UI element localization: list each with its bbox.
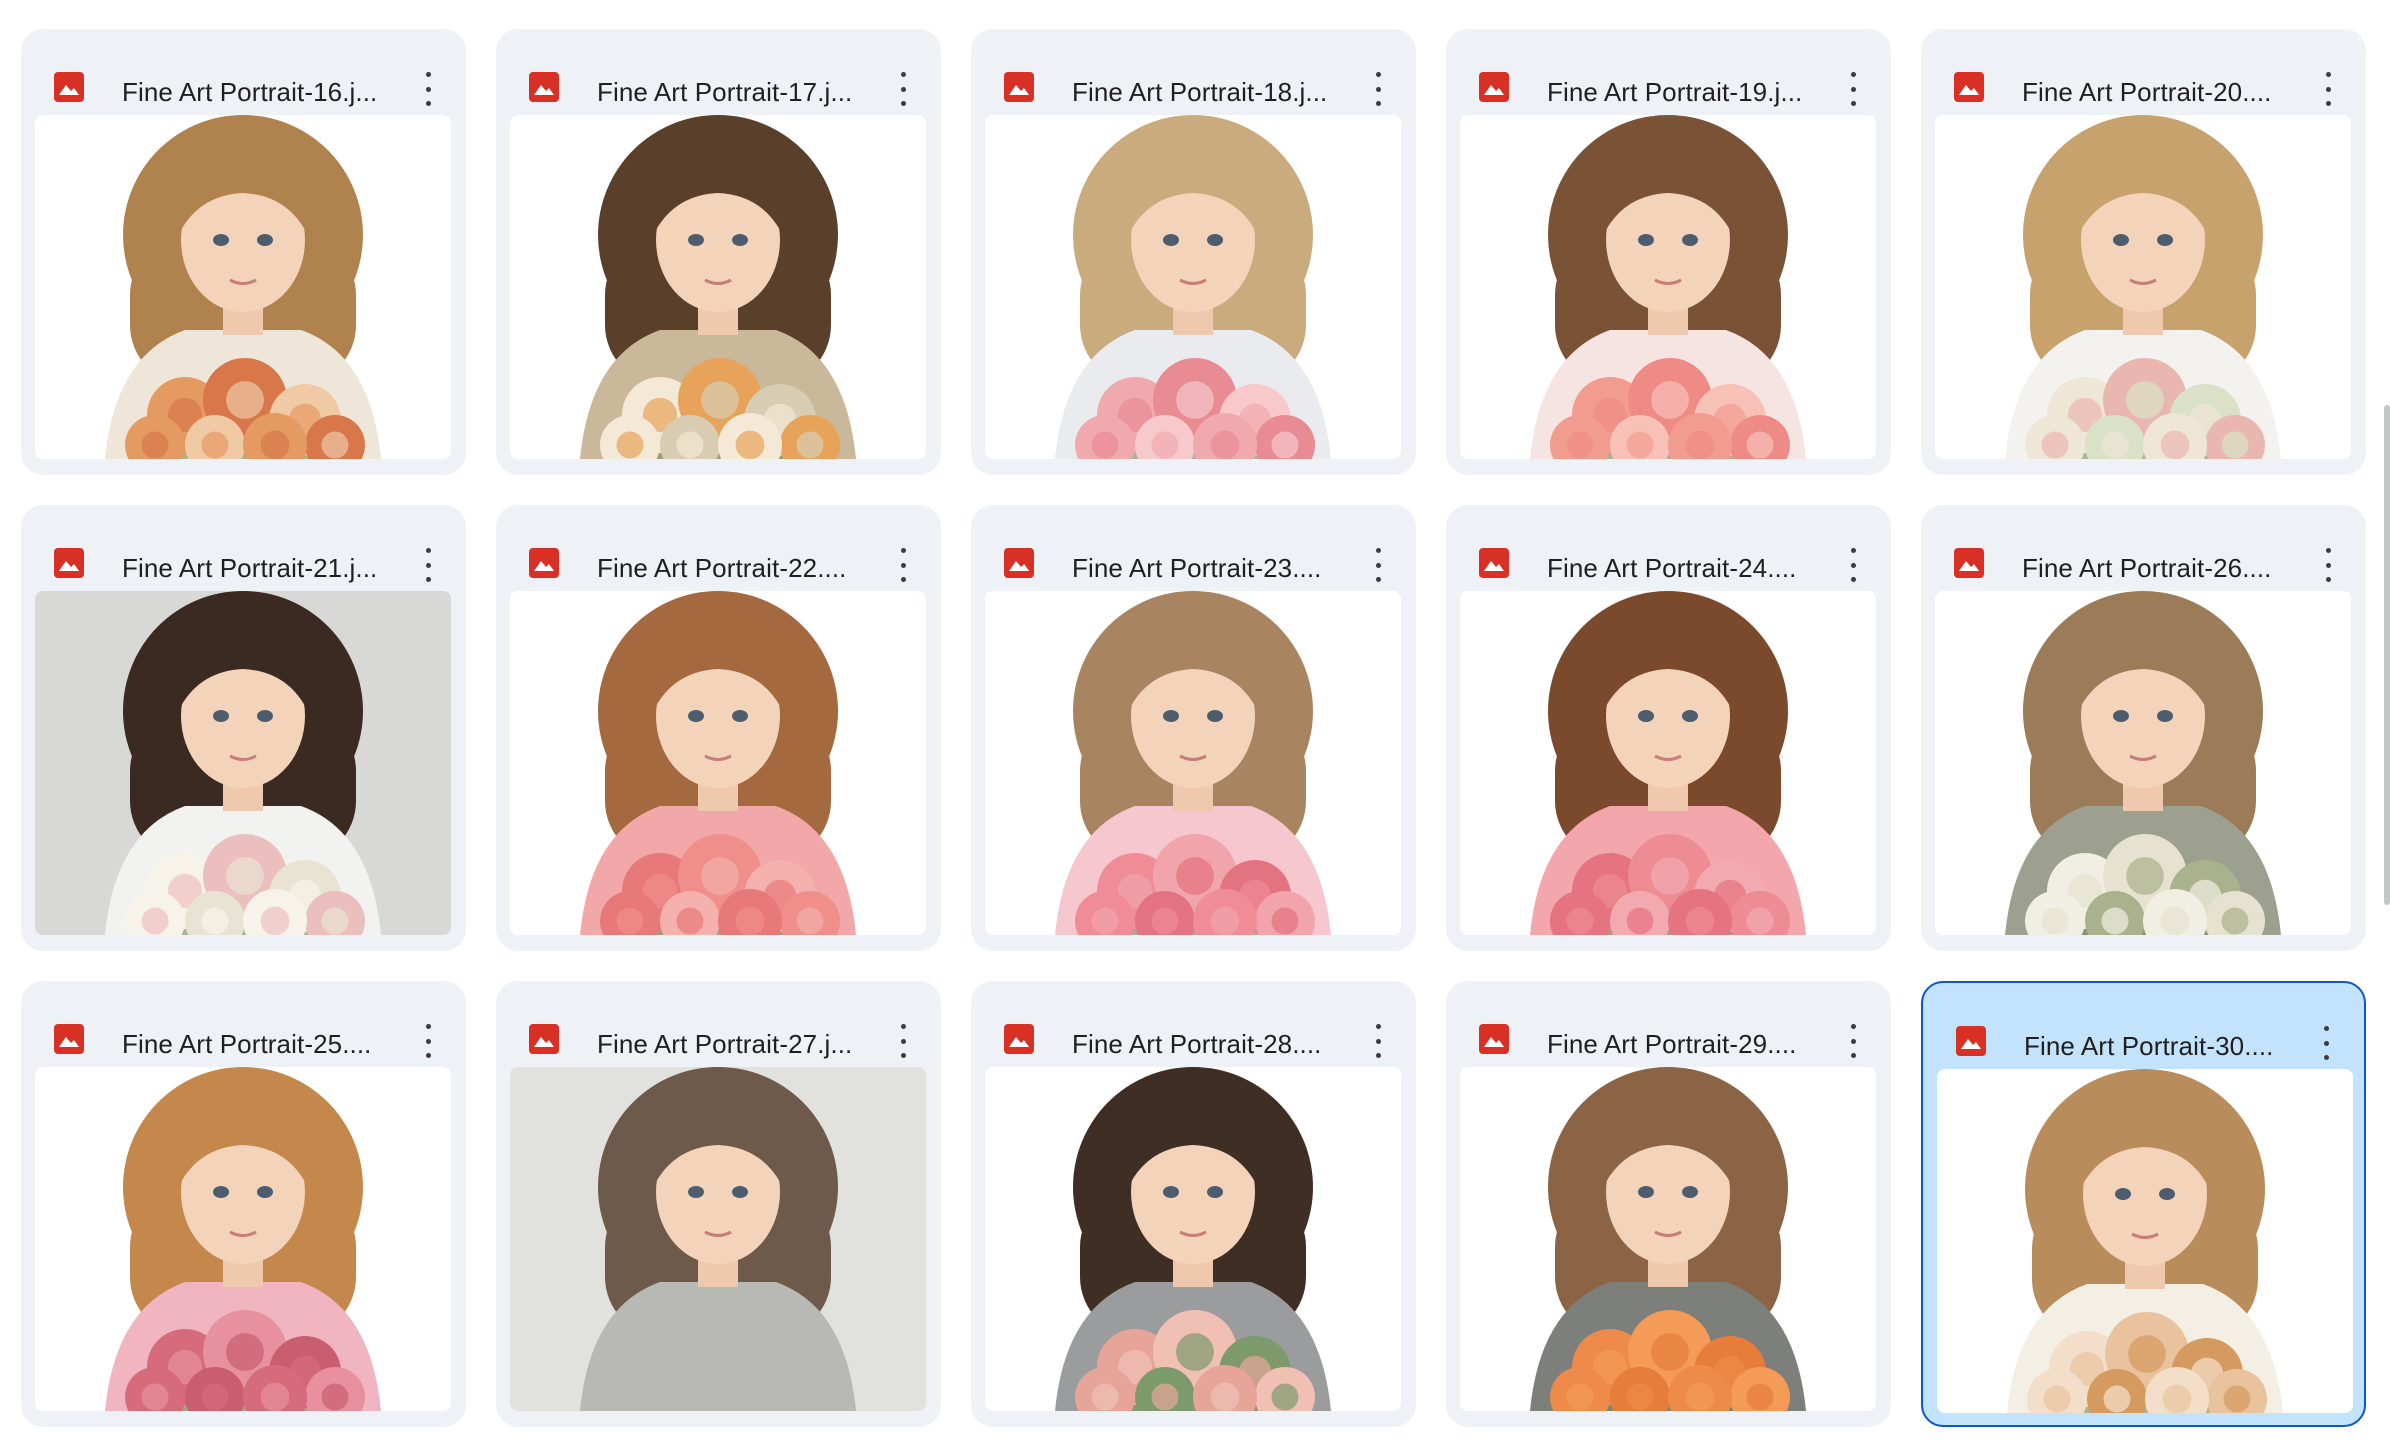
file-thumbnail: [510, 1067, 926, 1411]
more-actions-icon[interactable]: [1364, 548, 1392, 582]
file-thumbnail: [35, 115, 451, 459]
portrait-image: [35, 1067, 451, 1411]
more-actions-icon[interactable]: [1839, 72, 1867, 106]
image-file-icon: [529, 548, 559, 578]
file-card[interactable]: Fine Art Portrait-26....: [1921, 505, 2366, 951]
image-file-icon: [1479, 72, 1509, 102]
file-card[interactable]: Fine Art Portrait-30....: [1921, 981, 2366, 1427]
file-card[interactable]: Fine Art Portrait-16.j...: [21, 29, 466, 475]
file-thumbnail: [35, 1067, 451, 1411]
file-card[interactable]: Fine Art Portrait-18.j...: [971, 29, 1416, 475]
image-file-icon: [54, 548, 84, 578]
file-name: Fine Art Portrait-21.j...: [122, 553, 378, 583]
file-name: Fine Art Portrait-27.j...: [597, 1029, 853, 1059]
file-thumbnail: [985, 115, 1401, 459]
more-actions-icon[interactable]: [2314, 548, 2342, 582]
portrait-image: [35, 115, 451, 459]
more-actions-icon[interactable]: [414, 72, 442, 106]
more-actions-icon[interactable]: [2312, 1026, 2340, 1060]
portrait-image: [985, 115, 1401, 459]
file-thumbnail: [1935, 115, 2351, 459]
file-name: Fine Art Portrait-28....: [1072, 1029, 1322, 1059]
image-file-icon: [529, 72, 559, 102]
image-file-icon: [1004, 72, 1034, 102]
image-file-icon: [54, 1024, 84, 1054]
image-file-icon: [1004, 1024, 1034, 1054]
file-thumbnail: [1935, 591, 2351, 935]
file-thumbnail: [985, 591, 1401, 935]
image-file-icon: [1479, 1024, 1509, 1054]
portrait-image: [1935, 591, 2351, 935]
image-file-icon: [529, 1024, 559, 1054]
file-card[interactable]: Fine Art Portrait-22....: [496, 505, 941, 951]
file-name: Fine Art Portrait-24....: [1547, 553, 1797, 583]
portrait-image: [510, 115, 926, 459]
file-name: Fine Art Portrait-26....: [2022, 553, 2272, 583]
more-actions-icon[interactable]: [1839, 548, 1867, 582]
file-name: Fine Art Portrait-25....: [122, 1029, 372, 1059]
file-name: Fine Art Portrait-19.j...: [1547, 77, 1803, 107]
file-grid: Fine Art Portrait-16.j... Fine Art Portra…: [0, 0, 2390, 1454]
file-card[interactable]: Fine Art Portrait-19.j...: [1446, 29, 1891, 475]
file-name: Fine Art Portrait-20....: [2022, 77, 2272, 107]
portrait-image: [1935, 115, 2351, 459]
portrait-image: [1460, 115, 1876, 459]
file-thumbnail: [1460, 591, 1876, 935]
more-actions-icon[interactable]: [889, 1024, 917, 1058]
file-name: Fine Art Portrait-18.j...: [1072, 77, 1328, 107]
portrait-image: [1460, 591, 1876, 935]
image-file-icon: [1956, 1026, 1986, 1056]
portrait-image: [1460, 1067, 1876, 1411]
scrollbar[interactable]: [2384, 405, 2390, 905]
file-name: Fine Art Portrait-23....: [1072, 553, 1322, 583]
portrait-image: [1937, 1069, 2353, 1413]
file-card[interactable]: Fine Art Portrait-21.j...: [21, 505, 466, 951]
image-file-icon: [1004, 548, 1034, 578]
image-file-icon: [1954, 72, 1984, 102]
file-card[interactable]: Fine Art Portrait-25....: [21, 981, 466, 1427]
file-thumbnail: [1937, 1069, 2353, 1413]
more-actions-icon[interactable]: [414, 1024, 442, 1058]
image-file-icon: [1954, 548, 1984, 578]
more-actions-icon[interactable]: [1364, 1024, 1392, 1058]
file-name: Fine Art Portrait-16.j...: [122, 77, 378, 107]
file-name: Fine Art Portrait-17.j...: [597, 77, 853, 107]
portrait-image: [510, 591, 926, 935]
file-name: Fine Art Portrait-30....: [2024, 1031, 2274, 1061]
more-actions-icon[interactable]: [2314, 72, 2342, 106]
more-actions-icon[interactable]: [1839, 1024, 1867, 1058]
file-card[interactable]: Fine Art Portrait-20....: [1921, 29, 2366, 475]
more-actions-icon[interactable]: [889, 548, 917, 582]
file-card[interactable]: Fine Art Portrait-28....: [971, 981, 1416, 1427]
file-card[interactable]: Fine Art Portrait-29....: [1446, 981, 1891, 1427]
file-thumbnail: [985, 1067, 1401, 1411]
file-thumbnail: [35, 591, 451, 935]
more-actions-icon[interactable]: [1364, 72, 1392, 106]
more-actions-icon[interactable]: [889, 72, 917, 106]
file-card[interactable]: Fine Art Portrait-23....: [971, 505, 1416, 951]
file-thumbnail: [510, 115, 926, 459]
file-thumbnail: [510, 591, 926, 935]
file-card[interactable]: Fine Art Portrait-17.j...: [496, 29, 941, 475]
more-actions-icon[interactable]: [414, 548, 442, 582]
file-thumbnail: [1460, 1067, 1876, 1411]
file-thumbnail: [1460, 115, 1876, 459]
portrait-image: [985, 591, 1401, 935]
portrait-image: [985, 1067, 1401, 1411]
file-card[interactable]: Fine Art Portrait-24....: [1446, 505, 1891, 951]
file-name: Fine Art Portrait-22....: [597, 553, 847, 583]
file-card[interactable]: Fine Art Portrait-27.j...: [496, 981, 941, 1427]
image-file-icon: [54, 72, 84, 102]
image-file-icon: [1479, 548, 1509, 578]
portrait-image: [510, 1067, 926, 1411]
file-name: Fine Art Portrait-29....: [1547, 1029, 1797, 1059]
portrait-image: [35, 591, 451, 935]
